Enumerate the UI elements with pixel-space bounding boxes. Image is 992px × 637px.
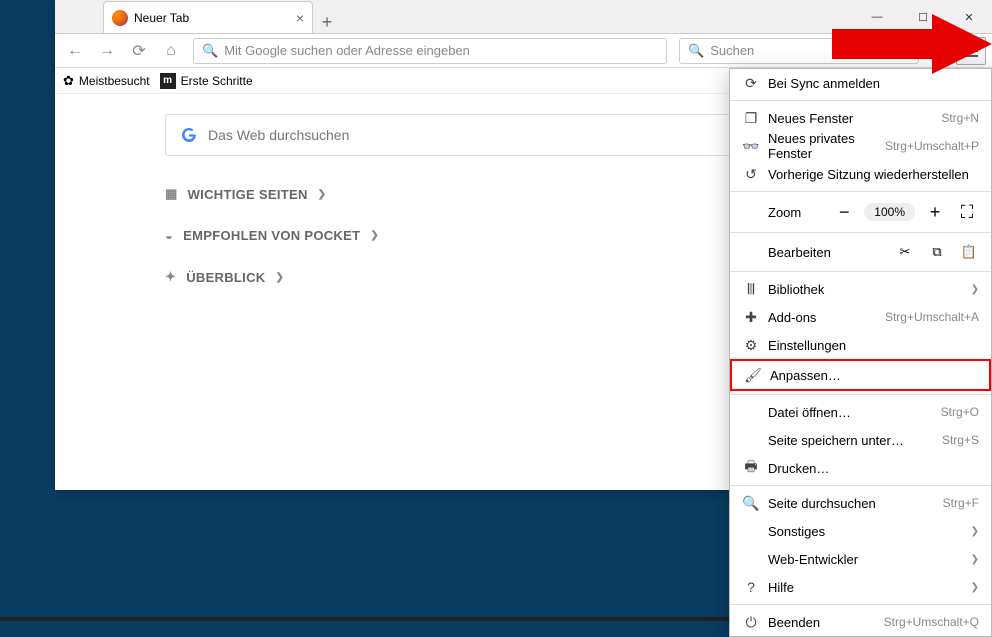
puzzle-icon: ✚: [742, 309, 760, 326]
search-icon: 🔍: [202, 43, 218, 59]
gear-icon: ⚙: [742, 337, 760, 354]
menu-addons[interactable]: ✚ Add-ons Strg+Umschalt+A: [730, 303, 991, 331]
zoom-value: 100%: [864, 203, 915, 221]
copy-button[interactable]: ⧉: [927, 244, 947, 260]
chevron-right-icon: ❯: [318, 189, 327, 200]
restore-icon: ↺: [742, 166, 760, 183]
chevron-right-icon: ❯: [971, 284, 979, 295]
bookmark-label: Erste Schritte: [181, 74, 253, 88]
section-label: WICHTIGE SEITEN: [188, 187, 308, 202]
chevron-right-icon: ❯: [370, 230, 379, 241]
menu-devtools[interactable]: Web-Entwickler ❯: [730, 545, 991, 573]
bookmark-label: Meistbesucht: [79, 74, 150, 88]
sparkle-icon: ✦: [165, 269, 176, 285]
menu-customize[interactable]: 🖌 Anpassen…: [730, 359, 991, 391]
chevron-right-icon: ❯: [971, 526, 979, 537]
back-button[interactable]: ←: [61, 37, 89, 65]
edit-label: Bearbeiten: [742, 245, 883, 260]
menu-find[interactable]: 🔍 Seite durchsuchen Strg+F: [730, 489, 991, 517]
bookmark-most-visited[interactable]: ✿ Meistbesucht: [63, 73, 150, 89]
grid-icon: ▦: [165, 186, 178, 202]
home-button[interactable]: ⌂: [157, 37, 185, 65]
paintbrush-icon: 🖌: [744, 367, 762, 384]
menu-open-file[interactable]: Datei öffnen… Strg+O: [730, 398, 991, 426]
chevron-right-icon: ❯: [971, 554, 979, 565]
cut-button[interactable]: ✂: [895, 244, 915, 260]
menu-library[interactable]: 𝄃𝄂 Bibliothek ❯: [730, 275, 991, 303]
mask-icon: 👓: [742, 138, 760, 155]
close-tab-icon[interactable]: ×: [296, 10, 304, 26]
mozilla-icon: m: [160, 73, 176, 89]
gear-icon: ✿: [63, 73, 74, 89]
address-bar[interactable]: 🔍 Mit Google suchen oder Adresse eingebe…: [193, 38, 667, 64]
paste-button[interactable]: 📋: [959, 244, 979, 260]
fullscreen-button[interactable]: ⛶: [955, 200, 979, 224]
app-menu-panel: ⟳ Bei Sync anmelden ❐ Neues Fenster Strg…: [729, 68, 992, 637]
zoom-out-button[interactable]: −: [832, 200, 856, 224]
menu-more[interactable]: Sonstiges ❯: [730, 517, 991, 545]
menu-save-page[interactable]: Seite speichern unter… Strg+S: [730, 426, 991, 454]
window-icon: ❐: [742, 110, 760, 127]
help-icon: ?: [742, 579, 760, 595]
menu-quit[interactable]: ⏻ Beenden Strg+Umschalt+Q: [730, 608, 991, 636]
section-label: EMPFOHLEN VON POCKET: [183, 228, 360, 243]
address-placeholder: Mit Google suchen oder Adresse eingeben: [224, 43, 470, 58]
zoom-label: Zoom: [742, 205, 824, 220]
search-icon: 🔍: [688, 43, 704, 59]
section-label: ÜBERBLICK: [186, 270, 265, 285]
printer-icon: 🖶: [742, 456, 760, 480]
zoom-in-button[interactable]: +: [923, 200, 947, 224]
menu-private-window[interactable]: 👓 Neues privates Fenster Strg+Umschalt+P: [730, 132, 991, 160]
chevron-right-icon: ❯: [971, 582, 979, 593]
firefox-icon: [112, 10, 128, 26]
menu-edit-row: Bearbeiten ✂ ⧉ 📋: [730, 236, 991, 268]
pocket-icon: ◒: [165, 228, 173, 243]
menu-settings[interactable]: ⚙ Einstellungen: [730, 331, 991, 359]
google-icon: [180, 126, 198, 144]
new-tab-button[interactable]: +: [313, 12, 341, 33]
power-icon: ⏻: [742, 614, 760, 631]
search-icon: 🔍: [742, 495, 760, 512]
library-icon: 𝄃𝄂: [742, 281, 760, 298]
menu-new-window[interactable]: ❐ Neues Fenster Strg+N: [730, 104, 991, 132]
bookmark-getting-started[interactable]: m Erste Schritte: [160, 73, 253, 89]
menu-restore-session[interactable]: ↺ Vorherige Sitzung wiederherstellen: [730, 160, 991, 188]
chevron-down-icon: ❯: [275, 272, 284, 283]
tab-title: Neuer Tab: [134, 11, 189, 25]
reload-button[interactable]: ⟳: [125, 37, 153, 65]
menu-help[interactable]: ? Hilfe ❯: [730, 573, 991, 601]
menu-print[interactable]: 🖶 Drucken…: [730, 454, 991, 482]
search-placeholder: Suchen: [710, 43, 754, 58]
sync-icon: ⟳: [742, 75, 760, 92]
tab-new[interactable]: Neuer Tab ×: [103, 1, 313, 33]
menu-zoom-row: Zoom − 100% + ⛶: [730, 195, 991, 229]
annotation-arrow: [832, 14, 992, 74]
forward-button[interactable]: →: [93, 37, 121, 65]
